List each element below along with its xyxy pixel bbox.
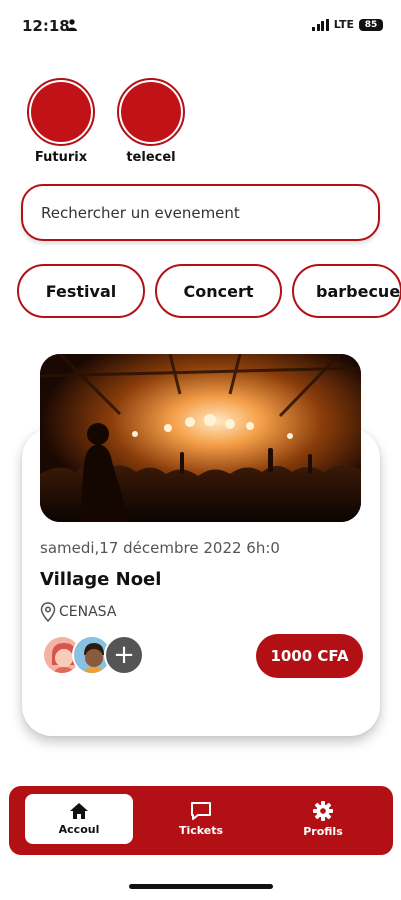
nav-item-tickets[interactable]: Tickets: [147, 794, 255, 844]
category-chip-festival[interactable]: Festival: [17, 264, 145, 318]
event-image[interactable]: [40, 354, 361, 522]
category-chips: Festival Concert barbecue: [17, 264, 401, 320]
story-futurix[interactable]: Futurix: [27, 78, 95, 165]
status-bar: 12:18 LTE 85: [0, 0, 401, 52]
story-avatar-ring: [27, 78, 95, 146]
person-icon: [67, 19, 77, 31]
price-button[interactable]: 1000 CFA: [256, 634, 363, 678]
status-indicators: LTE 85: [312, 18, 383, 31]
nav-item-profils[interactable]: Profils: [269, 794, 377, 844]
story-telecel[interactable]: telecel: [117, 78, 185, 165]
message-icon: [191, 802, 211, 820]
category-chip-concert[interactable]: Concert: [155, 264, 282, 318]
signal-icon: [312, 18, 329, 31]
attendees[interactable]: +: [42, 635, 152, 677]
story-avatar: [121, 82, 181, 142]
story-avatar: [31, 82, 91, 142]
nav-label-home: Accoul: [58, 823, 100, 836]
nav-item-home[interactable]: Accoul: [25, 794, 133, 844]
search-box[interactable]: [21, 184, 380, 241]
add-attendee-button[interactable]: +: [104, 635, 144, 675]
gear-icon: [313, 801, 333, 821]
location-pin-icon: [40, 602, 56, 622]
event-date: samedi,17 décembre 2022 6h:0: [40, 539, 280, 557]
search-input[interactable]: [41, 203, 361, 222]
home-icon: [70, 803, 88, 819]
event-title: Village Noel: [40, 569, 162, 590]
category-chip-barbecue[interactable]: barbecue: [292, 264, 401, 318]
story-avatar-ring: [117, 78, 185, 146]
story-label: Futurix: [34, 150, 88, 165]
bottom-navigation: Accoul Tickets Profils: [9, 786, 393, 855]
location-text: CENASA: [59, 604, 117, 620]
story-label: telecel: [126, 150, 176, 165]
battery-indicator: 85: [359, 18, 383, 31]
event-location: CENASA: [40, 602, 116, 622]
concert-photo: [40, 354, 361, 522]
network-label: LTE: [333, 18, 354, 31]
status-time: 12:18: [22, 17, 70, 35]
stories-row: Futurix telecel: [27, 78, 185, 165]
nav-label-tickets: Tickets: [178, 824, 224, 837]
home-indicator[interactable]: [129, 884, 273, 889]
nav-label-profils: Profils: [303, 825, 343, 838]
